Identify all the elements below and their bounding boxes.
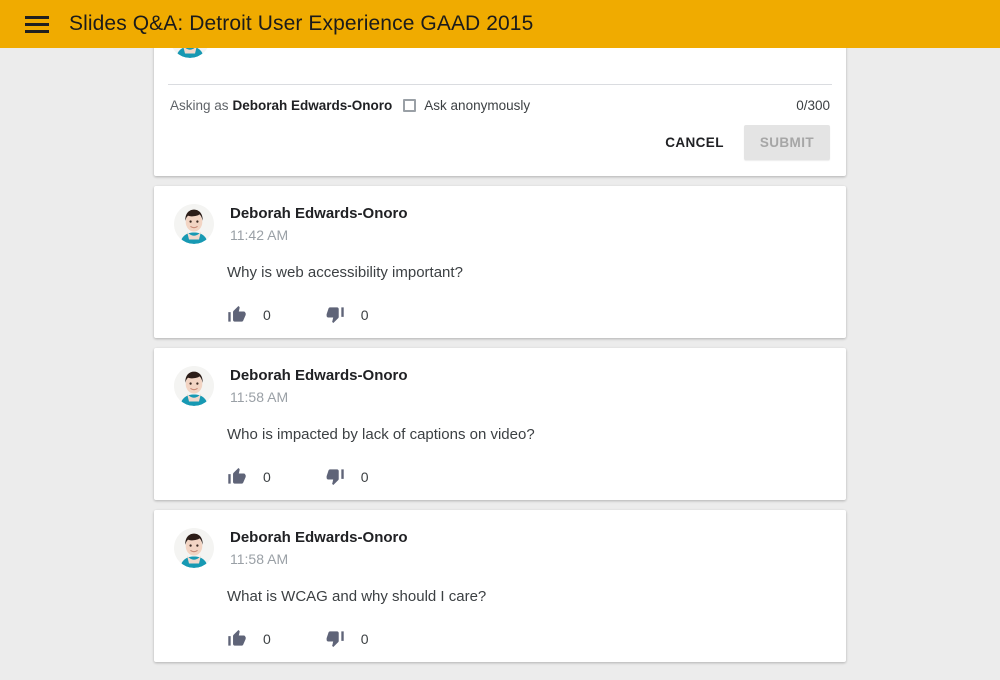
menu-bar-3 [25,29,49,33]
thumbs-down-count: 0 [360,306,369,323]
thumbs-down-button[interactable]: 0 [325,467,369,486]
thumbs-down-count: 0 [360,468,369,485]
app-bar: Slides Q&A: Detroit User Experience GAAD… [0,0,1000,48]
avatar [174,366,214,406]
question-vote-actions: 0 0 [227,629,826,648]
question-feed: Ask a question... Asking as Deborah Edwa… [154,48,846,662]
composer-actions: CANCEL SUBMIT [154,113,846,176]
question-timestamp: 11:42 AM [230,227,289,243]
thumbs-up-button[interactable]: 0 [227,467,271,486]
thumbs-down-button[interactable]: 0 [325,305,369,324]
avatar [170,48,210,58]
composer-top-row: Ask a question... [154,48,846,68]
question-author: Deborah Edwards-Onoro [230,529,408,546]
menu-bar-2 [25,22,49,26]
thumbs-up-icon [228,629,246,646]
menu-bar-1 [25,15,49,19]
scroll-region[interactable]: Ask a question... Asking as Deborah Edwa… [0,48,1000,680]
question-author-block: Deborah Edwards-Onoro 11:58 AM [230,528,408,568]
question-vote-actions: 0 0 [227,305,826,324]
ask-question-card: Ask a question... Asking as Deborah Edwa… [154,48,846,176]
asking-as-label: Asking as [170,98,229,113]
question-author: Deborah Edwards-Onoro [230,367,408,384]
thumbs-down-icon [326,307,344,324]
composer-meta-row: Asking as Deborah Edwards-Onoro Ask anon… [154,85,846,113]
question-header: Deborah Edwards-Onoro 11:42 AM [174,204,826,244]
page-title: Slides Q&A: Detroit User Experience GAAD… [69,12,534,35]
question-card: Deborah Edwards-Onoro 11:42 AM Why is we… [154,186,846,338]
question-text: Who is impacted by lack of captions on v… [227,426,535,443]
thumbs-up-icon [228,305,246,322]
ask-anonymously-checkbox[interactable] [403,99,417,112]
question-text: What is WCAG and why should I care? [227,588,487,605]
question-author: Deborah Edwards-Onoro [230,205,408,222]
thumbs-up-count: 0 [263,468,271,485]
thumbs-up-count: 0 [263,630,271,647]
character-counter: 0/300 [796,98,830,113]
question-author-block: Deborah Edwards-Onoro 11:42 AM [230,204,408,244]
question-text: Why is web accessibility important? [227,264,463,281]
question-header: Deborah Edwards-Onoro 11:58 AM [174,366,826,406]
ask-anonymously-label[interactable]: Ask anonymously [424,98,530,113]
thumbs-down-count: 0 [360,630,369,647]
avatar [174,528,214,568]
hamburger-menu-icon[interactable] [25,12,49,36]
cancel-button[interactable]: CANCEL [651,125,738,160]
question-card: Deborah Edwards-Onoro 11:58 AM Who is im… [154,348,846,500]
asking-as-name: Deborah Edwards-Onoro [232,98,393,113]
question-timestamp: 11:58 AM [230,551,289,567]
question-author-block: Deborah Edwards-Onoro 11:58 AM [230,366,408,406]
thumbs-up-button[interactable]: 0 [227,305,271,324]
question-timestamp: 11:58 AM [230,389,289,405]
thumbs-down-icon [326,469,344,486]
avatar [174,204,214,244]
thumbs-up-icon [228,467,246,484]
submit-button[interactable]: SUBMIT [743,125,830,160]
thumbs-up-count: 0 [263,306,271,323]
thumbs-down-button[interactable]: 0 [325,629,369,648]
question-header: Deborah Edwards-Onoro 11:58 AM [174,528,826,568]
thumbs-up-button[interactable]: 0 [227,629,271,648]
question-card: Deborah Edwards-Onoro 11:58 AM What is W… [154,510,846,662]
thumbs-down-icon [326,631,344,648]
question-vote-actions: 0 0 [227,467,826,486]
